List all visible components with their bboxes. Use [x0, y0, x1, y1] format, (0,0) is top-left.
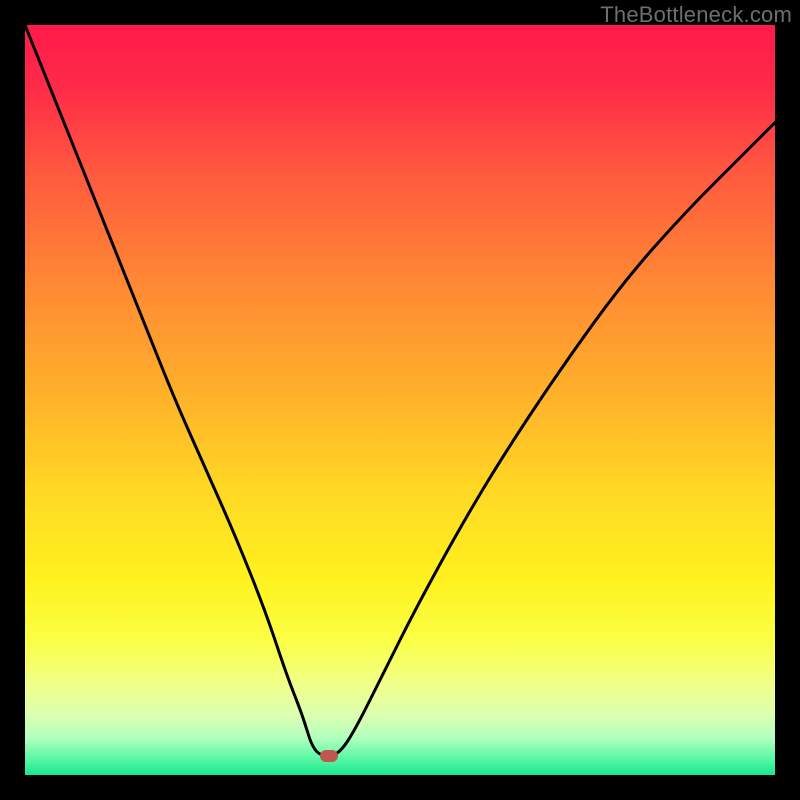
plot-area — [25, 25, 775, 775]
optimal-point-marker — [320, 750, 338, 762]
bottleneck-curve — [25, 25, 775, 775]
